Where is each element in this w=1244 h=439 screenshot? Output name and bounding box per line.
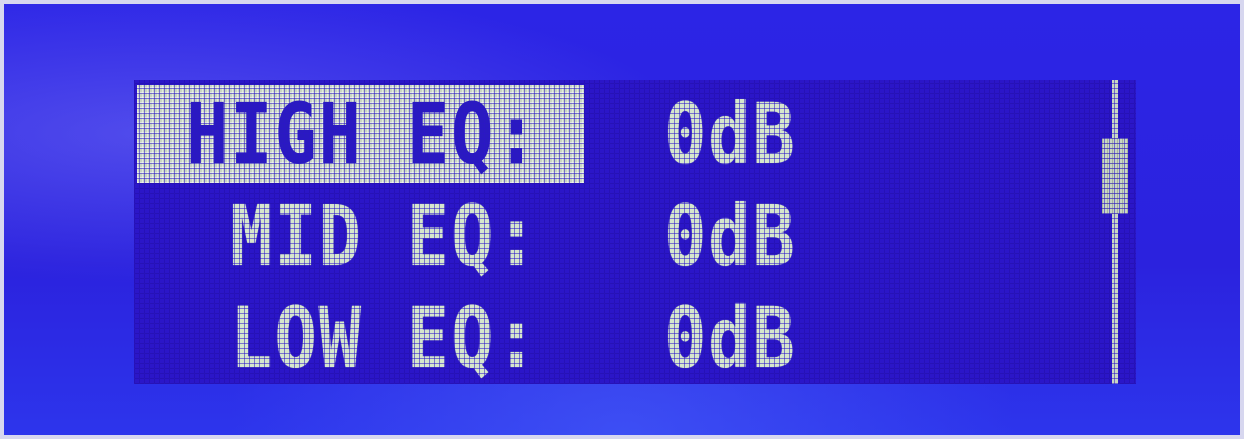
- scrollbar-thumb[interactable]: [1102, 138, 1128, 214]
- menu-item-value: 0dB: [664, 289, 797, 387]
- menu-item-mid-eq[interactable]: MID EQ: 0dB: [134, 187, 1094, 285]
- menu-item-value: 0dB: [664, 187, 797, 285]
- menu-item-high-eq[interactable]: HIGH EQ: 0dB: [134, 85, 1094, 183]
- menu-item-label: HIGH EQ:: [186, 85, 540, 183]
- scrollbar-track[interactable]: [1112, 80, 1118, 384]
- lcd-display-panel: HIGH EQ: 0dB MID EQ: 0dB LOW EQ: 0dB: [0, 0, 1244, 439]
- menu-item-low-eq[interactable]: LOW EQ: 0dB: [134, 289, 1094, 387]
- menu-item-label: LOW EQ:: [186, 289, 540, 387]
- menu-item-label: MID EQ:: [186, 187, 540, 285]
- menu-item-value: 0dB: [664, 85, 797, 183]
- lcd-menu-area: HIGH EQ: 0dB MID EQ: 0dB LOW EQ: 0dB: [134, 80, 1136, 384]
